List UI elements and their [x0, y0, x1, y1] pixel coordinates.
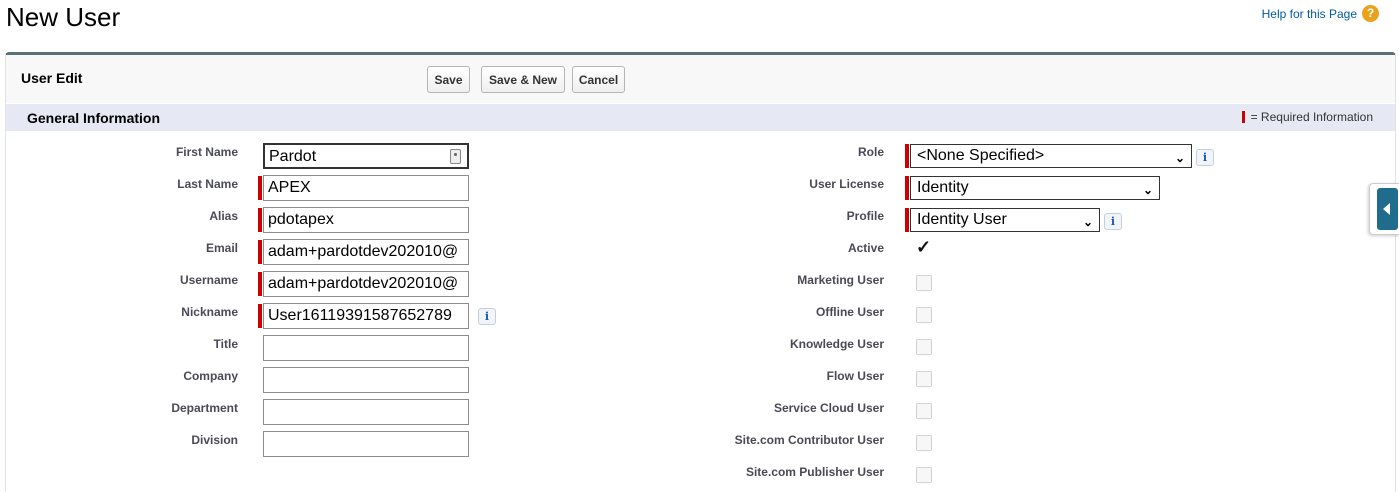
chevron-down-icon: ⌄ — [1174, 151, 1185, 165]
cancel-button[interactable]: Cancel — [572, 66, 625, 93]
help-link-label: Help for this Page — [1261, 6, 1357, 21]
side-panel-toggle[interactable] — [1369, 183, 1399, 235]
required-legend-label: = Required Information — [1250, 110, 1373, 124]
active-checkbox[interactable]: ✓ — [916, 237, 931, 258]
chevron-left-icon[interactable] — [1377, 188, 1398, 230]
role-label: Role — [857, 145, 884, 159]
flow-user-checkbox[interactable] — [916, 371, 932, 387]
user-edit-panel: User Edit Save Save & New Cancel General… — [5, 52, 1396, 492]
user-license-select[interactable]: Identity ⌄ — [910, 176, 1160, 200]
offline-user-checkbox[interactable] — [916, 307, 932, 323]
user-license-value: Identity — [917, 179, 969, 196]
general-information-section: General Information = Required Informati… — [6, 104, 1395, 131]
site-publisher-user-label: Site.com Publisher User — [745, 465, 884, 479]
required-legend: = Required Information — [1241, 110, 1373, 124]
flow-user-label: Flow User — [826, 369, 884, 383]
required-indicator — [905, 208, 909, 232]
site-contributor-user-checkbox[interactable] — [916, 435, 932, 451]
required-indicator — [905, 176, 909, 200]
help-question-icon[interactable]: ? — [1362, 5, 1379, 22]
site-publisher-user-checkbox[interactable] — [916, 467, 932, 483]
role-value: <None Specified> — [917, 147, 1045, 164]
user-license-label: User License — [809, 177, 884, 191]
section-title: General Information — [27, 110, 161, 126]
offline-user-label: Offline User — [815, 305, 884, 319]
profile-label: Profile — [846, 209, 884, 223]
profile-select[interactable]: Identity User ⌄ — [910, 208, 1100, 232]
knowledge-user-checkbox[interactable] — [916, 339, 932, 355]
required-marker-icon — [1241, 111, 1245, 123]
site-contributor-user-label: Site.com Contributor User — [734, 433, 884, 447]
chevron-down-icon: ⌄ — [1082, 215, 1093, 229]
knowledge-user-label: Knowledge User — [789, 337, 884, 351]
role-info-icon[interactable]: i — [1196, 149, 1214, 166]
marketing-user-checkbox[interactable] — [916, 275, 932, 291]
marketing-user-label: Marketing User — [797, 273, 884, 287]
panel-header: User Edit Save Save & New Cancel — [6, 55, 1395, 103]
help-link[interactable]: Help for this Page ? — [1262, 5, 1379, 22]
profile-value: Identity User — [917, 211, 1007, 228]
profile-info-icon[interactable]: i — [1104, 213, 1122, 230]
required-indicator — [905, 144, 909, 168]
service-cloud-user-checkbox[interactable] — [916, 403, 932, 419]
service-cloud-user-label: Service Cloud User — [773, 401, 884, 415]
page-title: New User — [6, 2, 121, 32]
chevron-down-icon: ⌄ — [1142, 183, 1153, 197]
panel-title: User Edit — [21, 70, 83, 86]
active-label: Active — [847, 241, 884, 255]
save-and-new-button[interactable]: Save & New — [481, 66, 565, 93]
role-select[interactable]: <None Specified> ⌄ — [910, 144, 1192, 168]
save-button[interactable]: Save — [427, 66, 470, 93]
